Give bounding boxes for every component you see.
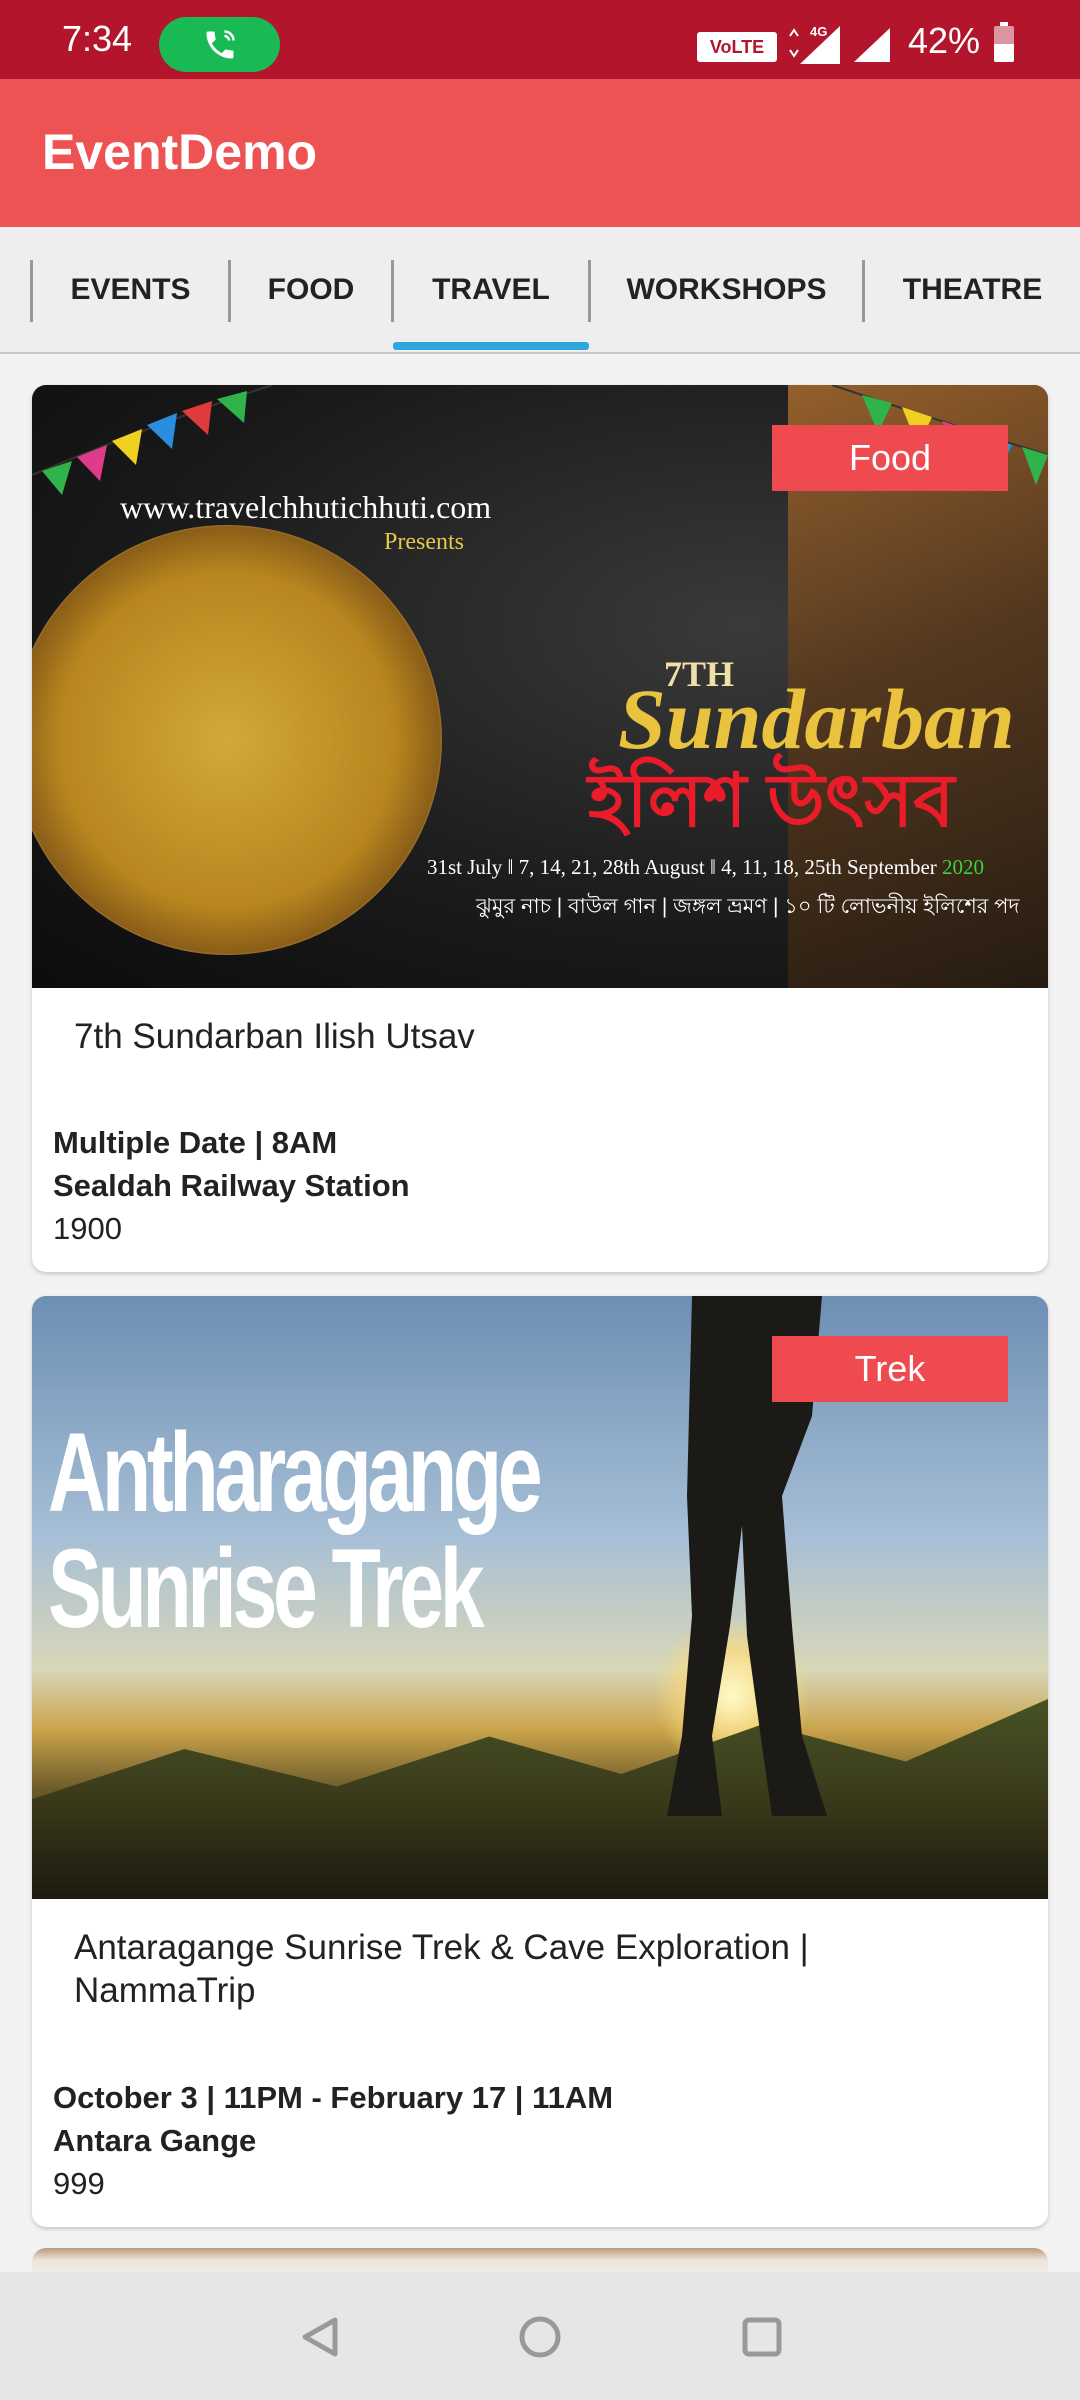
tab-theatre[interactable]: THEATRE	[865, 227, 1080, 352]
navigation-bar	[0, 2272, 1080, 2400]
status-bar: 7:34 VoLTE 4G 42%	[0, 0, 1080, 79]
status-time: 7:34	[62, 18, 133, 59]
signal-icon	[854, 28, 890, 62]
event-title[interactable]: 7th Sundarban Ilish Utsav	[74, 1015, 954, 1058]
back-icon	[302, 2317, 338, 2357]
image-title-line1: Antharagange	[48, 1410, 543, 1535]
event-venue: Sealdah Railway Station	[53, 1168, 410, 1203]
battery-percent: 42%	[908, 20, 981, 61]
category-badge: Food	[772, 425, 1008, 491]
back-button[interactable]	[285, 2302, 355, 2372]
event-title[interactable]: Antaragange Sunrise Trek & Cave Explorat…	[74, 1926, 954, 2012]
image-presents-text: Presents	[384, 529, 464, 555]
app-bar: EventDemo	[0, 79, 1080, 227]
signal-4g-icon: 4G	[789, 24, 840, 64]
tab-events[interactable]: EVENTS	[33, 227, 228, 352]
battery-icon	[994, 22, 1014, 62]
image-dates-text: 31st July ‖ 7, 14, 21, 28th August ‖ 4, …	[427, 855, 984, 880]
category-badge: Trek	[772, 1336, 1008, 1402]
event-venue: Antara Gange	[53, 2123, 257, 2158]
tab-selected-indicator	[393, 342, 589, 350]
network-label: 4G	[810, 24, 827, 39]
event-image[interactable]: Antharagange Sunrise Trek Trek	[32, 1296, 1048, 1899]
image-bengali-subtitle: ঝুমুর নাচ | বাউল গান | জঙ্গল ভ্রমণ | ১০ …	[476, 895, 1020, 918]
fish-curry-bowl	[32, 525, 442, 955]
image-url-text: www.travelchhutichhuti.com	[120, 489, 492, 525]
category-tabs: EVENTS FOOD TRAVEL WORKSHOPS THEATRE	[0, 227, 1080, 354]
image-dates: 31st July ‖ 7, 14, 21, 28th August ‖ 4, …	[427, 855, 937, 879]
phone-call-icon	[206, 29, 235, 58]
app-title: EventDemo	[42, 124, 318, 180]
event-image[interactable]: www.travelchhutichhuti.com Presents 7TH …	[32, 385, 1048, 988]
volte-badge: VoLTE	[697, 32, 777, 62]
home-icon	[519, 2316, 561, 2358]
event-card[interactable]: Antharagange Sunrise Trek Trek Antaragan…	[32, 1296, 1048, 2227]
tab-travel[interactable]: TRAVEL	[394, 227, 588, 352]
event-card[interactable]: www.travelchhutichhuti.com Presents 7TH …	[32, 385, 1048, 1272]
home-button[interactable]	[505, 2302, 575, 2372]
image-bengali-title: ইলিশ উৎসব	[588, 759, 955, 842]
event-price: 1900	[53, 1211, 122, 1246]
recents-icon	[742, 2317, 782, 2357]
recents-button[interactable]	[727, 2302, 797, 2372]
event-date: October 3 | 11PM - February 17 | 11AM	[53, 2080, 614, 2115]
event-date: Multiple Date | 8AM	[53, 1125, 338, 1160]
image-year: 2020	[942, 855, 985, 879]
event-price: 999	[53, 2166, 105, 2201]
tab-workshops[interactable]: WORKSHOPS	[591, 227, 862, 352]
image-title-line2: Sunrise Trek	[48, 1526, 485, 1651]
ongoing-call-pill[interactable]	[159, 17, 280, 72]
tab-food[interactable]: FOOD	[231, 227, 391, 352]
